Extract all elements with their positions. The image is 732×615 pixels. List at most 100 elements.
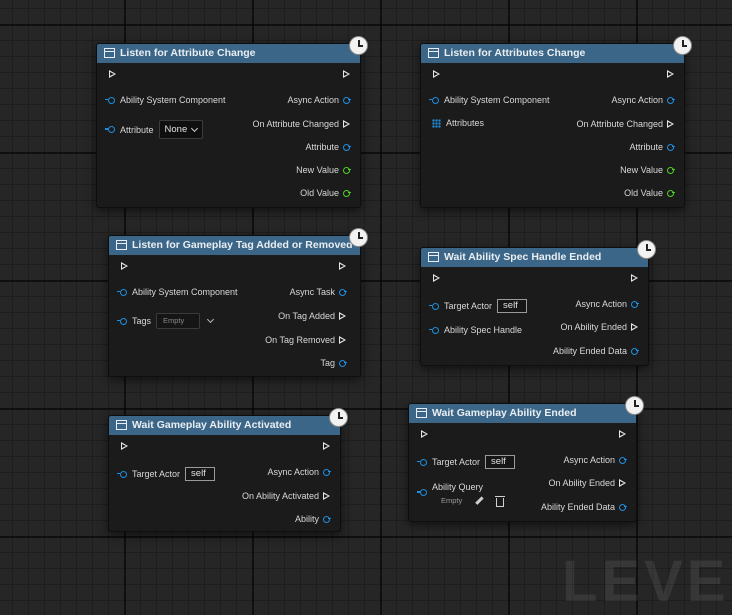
pin-on-attribute-changed[interactable]: On Attribute Changed <box>252 118 350 130</box>
node-wait-gameplay-ability-activated[interactable]: Wait Gameplay Ability Activated Target A… <box>108 408 348 532</box>
exec-pin-icon <box>667 70 674 78</box>
pin-on-tag-removed[interactable]: On Tag Removed <box>265 334 346 346</box>
pin-attribute-out[interactable]: Attribute <box>305 141 350 153</box>
level-watermark: LEVEL <box>562 549 732 614</box>
exec-pin-icon <box>339 262 346 270</box>
object-pin-icon <box>631 300 638 308</box>
pin-old-value[interactable]: Old Value <box>300 187 350 199</box>
pin-ability-system-component[interactable]: Ability System Component <box>120 286 238 298</box>
node-header[interactable]: Listen for Gameplay Tag Added or Removed <box>109 236 360 255</box>
node-header[interactable]: Wait Gameplay Ability Ended <box>409 404 636 423</box>
function-icon <box>116 240 127 250</box>
pin-ability-system-component[interactable]: Ability System Component <box>108 94 226 106</box>
pin-async-action[interactable]: Async Action <box>287 94 350 106</box>
object-pin-icon <box>120 470 127 478</box>
float-pin-icon <box>667 189 674 197</box>
exec-output-pin[interactable] <box>619 430 626 438</box>
pin-on-attribute-changed[interactable]: On Attribute Changed <box>576 118 674 130</box>
pin-on-ability-activated[interactable]: On Ability Activated <box>242 490 330 502</box>
pin-on-tag-added[interactable]: On Tag Added <box>278 310 346 322</box>
function-icon <box>428 252 439 262</box>
node-listen-for-attribute-change[interactable]: Listen for Attribute Change Ability Syst… <box>96 36 368 208</box>
exec-pin-icon <box>619 479 626 487</box>
pin-target-actor[interactable]: Target Actor self <box>432 299 528 313</box>
exec-pin-icon <box>109 70 116 78</box>
exec-output-pin[interactable] <box>631 274 638 282</box>
node-header[interactable]: Wait Ability Spec Handle Ended <box>421 248 648 267</box>
struct-pin-icon <box>432 326 439 334</box>
pin-old-value[interactable]: Old Value <box>624 187 674 199</box>
struct-pin-icon <box>343 143 350 151</box>
pin-ability-query[interactable]: Ability Query Empty <box>420 481 506 507</box>
node-header[interactable]: Listen for Attributes Change <box>421 44 684 63</box>
exec-input-pin[interactable] <box>121 442 128 450</box>
delete-icon[interactable] <box>495 495 506 507</box>
target-actor-field[interactable]: self <box>185 467 216 481</box>
exec-pin-icon <box>343 120 350 128</box>
latent-clock-icon <box>329 408 348 427</box>
exec-input-pin[interactable] <box>433 274 440 282</box>
struct-pin-icon <box>108 126 115 133</box>
pin-async-action[interactable]: Async Action <box>267 466 330 478</box>
node-listen-for-gameplay-tag[interactable]: Listen for Gameplay Tag Added or Removed… <box>108 228 368 377</box>
struct-pin-icon <box>631 347 638 355</box>
pin-ability-ended-data[interactable]: Ability Ended Data <box>553 345 638 357</box>
exec-input-pin[interactable] <box>121 262 128 270</box>
exec-pin-icon <box>631 274 638 282</box>
exec-output-pin[interactable] <box>343 70 350 78</box>
node-title: Listen for Attributes Change <box>444 47 586 59</box>
exec-output-pin[interactable] <box>323 442 330 450</box>
pin-ability-ended-data[interactable]: Ability Ended Data <box>541 501 626 513</box>
exec-output-pin[interactable] <box>667 70 674 78</box>
pin-attribute[interactable]: Attribute None <box>108 120 204 139</box>
pin-target-actor[interactable]: Target Actor self <box>120 467 216 481</box>
pin-async-action[interactable]: Async Action <box>575 298 638 310</box>
pin-async-action[interactable]: Async Action <box>563 454 626 466</box>
node-header[interactable]: Wait Gameplay Ability Activated <box>109 416 340 435</box>
pin-async-task[interactable]: Async Task <box>290 286 346 298</box>
target-actor-field[interactable]: self <box>497 299 528 313</box>
node-listen-for-attributes-change[interactable]: Listen for Attributes Change Ability Sys… <box>420 36 692 208</box>
attribute-dropdown[interactable]: None <box>158 120 204 139</box>
target-actor-field[interactable]: self <box>485 455 516 469</box>
pin-tag[interactable]: Tag <box>320 357 346 369</box>
pin-attribute-out[interactable]: Attribute <box>629 141 674 153</box>
pin-ability-system-component[interactable]: Ability System Component <box>432 94 550 106</box>
edit-icon[interactable] <box>474 496 484 506</box>
function-icon <box>104 48 115 58</box>
node-title: Listen for Attribute Change <box>120 47 256 59</box>
pin-ability-spec-handle[interactable]: Ability Spec Handle <box>432 324 522 336</box>
pin-on-ability-ended[interactable]: On Ability Ended <box>560 321 638 333</box>
exec-pin-icon <box>339 336 346 344</box>
function-icon <box>428 48 439 58</box>
pin-tags[interactable]: Tags Empty <box>120 313 215 329</box>
object-pin-icon <box>667 96 674 104</box>
latent-clock-icon <box>349 228 368 247</box>
pin-attributes[interactable]: Attributes <box>432 117 484 129</box>
node-title: Wait Ability Spec Handle Ended <box>444 251 602 263</box>
chevron-down-icon[interactable] <box>206 315 215 323</box>
node-header[interactable]: Listen for Attribute Change <box>97 44 360 63</box>
exec-pin-icon <box>121 262 128 270</box>
node-wait-ability-spec-handle-ended[interactable]: Wait Ability Spec Handle Ended Target Ac… <box>420 240 656 366</box>
chevron-down-icon <box>191 124 199 132</box>
function-icon <box>116 420 127 430</box>
struct-pin-icon <box>120 317 127 325</box>
struct-pin-icon <box>339 359 346 367</box>
exec-input-pin[interactable] <box>433 70 440 78</box>
pin-new-value[interactable]: New Value <box>620 164 674 176</box>
struct-pin-icon <box>619 503 626 511</box>
pin-ability[interactable]: Ability <box>295 513 330 525</box>
pin-new-value[interactable]: New Value <box>296 164 350 176</box>
object-pin-icon <box>420 458 427 466</box>
tags-field[interactable]: Empty <box>156 313 201 329</box>
exec-output-pin[interactable] <box>339 262 346 270</box>
exec-pin-icon <box>421 430 428 438</box>
node-wait-gameplay-ability-ended[interactable]: Wait Gameplay Ability Ended Target Actor… <box>408 396 644 522</box>
pin-on-ability-ended[interactable]: On Ability Ended <box>548 477 626 489</box>
pin-target-actor[interactable]: Target Actor self <box>420 455 516 469</box>
exec-input-pin[interactable] <box>109 70 116 78</box>
pin-async-action[interactable]: Async Action <box>611 94 674 106</box>
exec-pin-icon <box>339 312 346 320</box>
exec-input-pin[interactable] <box>421 430 428 438</box>
